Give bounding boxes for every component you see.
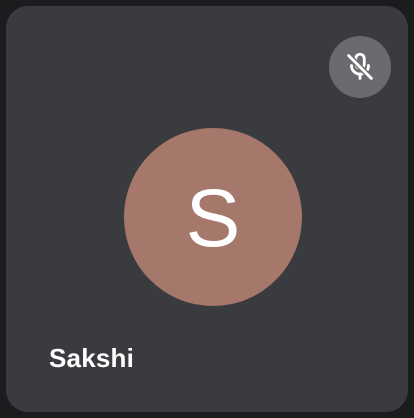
mic-muted-indicator <box>329 36 391 98</box>
avatar-initial: S <box>185 173 241 264</box>
mic-off-icon <box>345 52 375 82</box>
participant-name: Sakshi <box>49 343 135 373</box>
avatar: S <box>124 128 302 306</box>
participant-tile[interactable]: S Sakshi <box>6 6 408 412</box>
